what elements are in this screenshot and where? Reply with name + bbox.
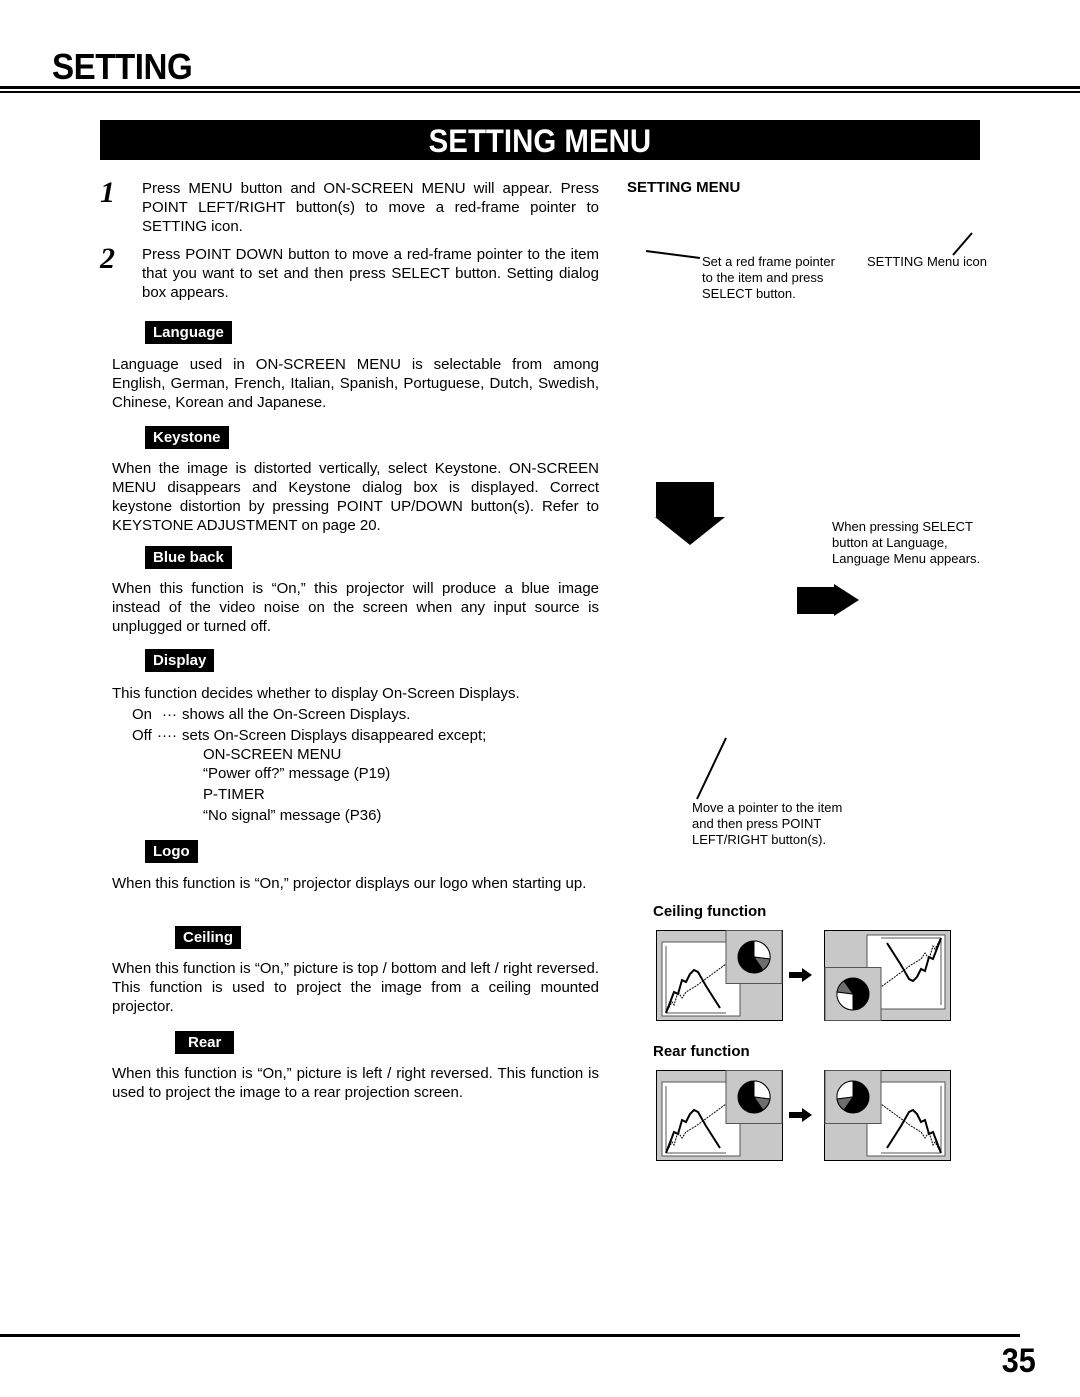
- callout-set-pointer: Set a red frame pointer to the item and …: [702, 254, 835, 301]
- callout-leader-set-pointer: [645, 250, 701, 259]
- callout-move-pointer: Move a pointer to the item and then pres…: [692, 800, 843, 847]
- rear-function-title: Rear function: [653, 1043, 750, 1060]
- callout-menu-icon: SETTING Menu icon: [867, 254, 987, 269]
- screen-normal: [656, 930, 783, 1021]
- page-number: 35: [1001, 1342, 1036, 1380]
- callout-leader-move-pointer: [696, 737, 727, 800]
- ceiling-function-title: Ceiling function: [653, 903, 767, 920]
- arrow-right-icon: [789, 968, 812, 982]
- callout-select-language: When pressing SELECT button at Language,…: [832, 519, 981, 566]
- screen-normal: [656, 1070, 783, 1161]
- rear-function-diagram: [656, 1070, 951, 1161]
- screen-rear: [824, 1070, 951, 1161]
- footer-rule: [0, 1334, 1020, 1337]
- arrow-right-icon: [789, 1108, 812, 1122]
- ceiling-function-diagram: [656, 930, 951, 1021]
- callout-leader-menu-icon: [952, 232, 973, 256]
- down-arrow-icon: [655, 482, 725, 545]
- screen-ceiling: [824, 930, 951, 1021]
- callout-lines: [645, 232, 973, 800]
- right-arrow-icon: [797, 584, 859, 616]
